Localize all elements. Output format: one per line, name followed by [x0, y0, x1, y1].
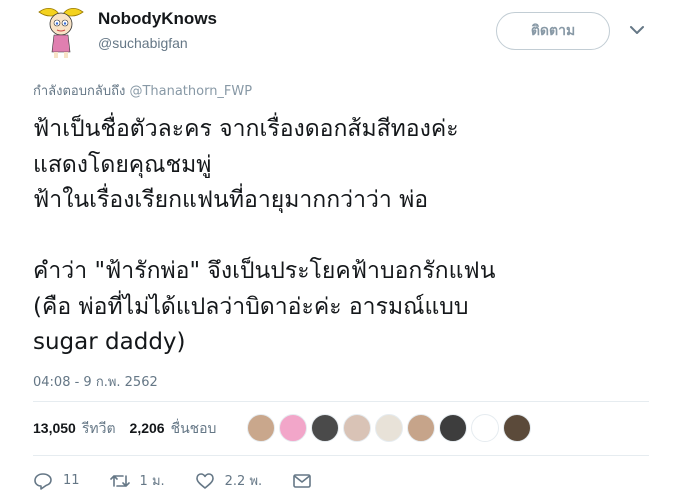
divider: [33, 401, 649, 402]
follow-button[interactable]: ติดตาม: [496, 12, 610, 50]
username-handle[interactable]: @suchabigfan: [98, 35, 188, 51]
retweets-label: รีทวีต: [81, 421, 116, 437]
envelope-icon: [293, 473, 311, 488]
likes-label: ชื่นชอบ: [170, 421, 217, 437]
liker-avatar[interactable]: [343, 414, 371, 442]
liker-avatar[interactable]: [279, 414, 307, 442]
retweets-stat[interactable]: 13,050 รีทวีต: [33, 418, 116, 440]
reply-count: 11: [63, 473, 80, 488]
retweet-button[interactable]: 1 ม.: [109, 470, 165, 491]
reply-context: กำลังตอบกลับถึง @Thanathorn_FWP: [33, 80, 252, 101]
reply-button[interactable]: 11: [33, 470, 80, 491]
heart-icon: [195, 472, 214, 489]
likes-stat[interactable]: 2,206 ชื่นชอบ: [130, 418, 217, 440]
divider: [33, 455, 649, 456]
reply-prefix: กำลังตอบกลับถึง: [33, 84, 130, 99]
liker-avatar[interactable]: [375, 414, 403, 442]
liker-avatar[interactable]: [311, 414, 339, 442]
tweet-timestamp[interactable]: 04:08 - 9 ก.พ. 2562: [33, 371, 158, 392]
liker-avatar[interactable]: [407, 414, 435, 442]
retweets-count: 13,050: [33, 420, 76, 436]
tweet-actions: 11 1 ม. 2.2 พ.: [33, 470, 342, 491]
liker-avatar[interactable]: [439, 414, 467, 442]
liker-avatars: [247, 414, 531, 442]
engagement-stats: 13,050 รีทวีต 2,206 ชื่นชอบ: [33, 418, 216, 440]
reply-mention-link[interactable]: @Thanathorn_FWP: [129, 84, 252, 99]
chevron-down-icon[interactable]: [628, 24, 646, 36]
retweet-count: 1 ม.: [139, 474, 165, 489]
direct-message-button[interactable]: [292, 470, 312, 491]
display-name[interactable]: NobodyKnows: [98, 9, 217, 29]
liker-avatar[interactable]: [471, 414, 499, 442]
liker-avatar[interactable]: [247, 414, 275, 442]
likes-count: 2,206: [129, 420, 165, 436]
avatar[interactable]: [33, 4, 89, 60]
reply-icon: [34, 472, 52, 490]
tweet-text: ฟ้าเป็นชื่อตัวละคร จากเรื่องดอกส้มสีทองค…: [33, 116, 496, 355]
like-count: 2.2 พ.: [224, 474, 263, 489]
liker-avatar[interactable]: [503, 414, 531, 442]
retweet-icon: [109, 474, 130, 487]
like-button[interactable]: 2.2 พ.: [195, 470, 263, 491]
